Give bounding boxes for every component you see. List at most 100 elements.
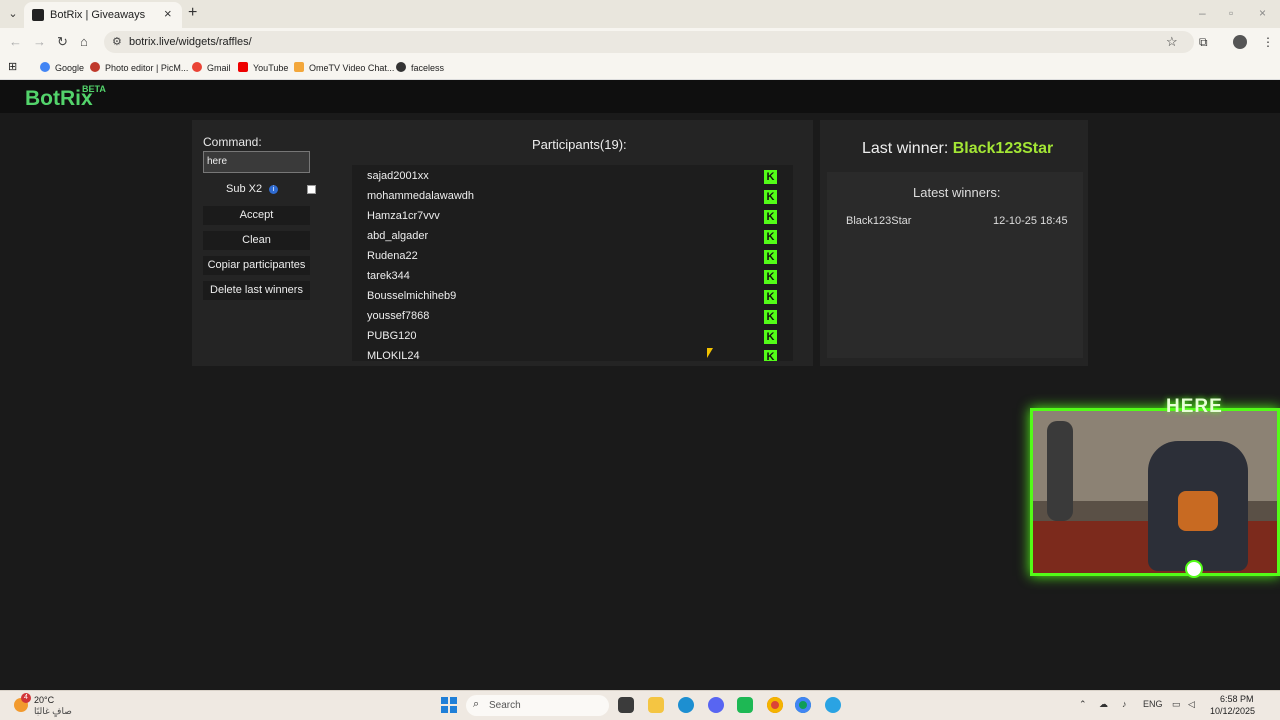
reload-icon[interactable]: ↻ [57,34,68,50]
participant-row: Bousselmichiheb9 K [352,287,777,307]
participant-row: PUBG120 K [352,327,777,347]
kick-icon: K [764,290,777,304]
sub-x2-label: Sub X2 [226,183,263,195]
window-close-icon[interactable]: × [1259,6,1266,20]
clock-date[interactable]: 10/12/2025 [1210,706,1255,716]
info-icon[interactable]: i [269,185,278,194]
microphone-icon[interactable]: ♪ [1122,699,1127,709]
bookmark-star-icon[interactable]: ☆ [1166,34,1178,50]
participant-name: Hamza1cr7vvv [367,210,440,222]
site-info-icon[interactable]: ⚙ [112,35,122,48]
back-icon[interactable]: ← [9,34,22,49]
bookmark-label: OmeTV Video Chat... [309,63,395,73]
home-icon[interactable]: ⌂ [80,34,88,49]
kick-icon: K [764,190,777,204]
winner-name: Black123Star [846,215,912,227]
ometv-icon [294,62,304,72]
bookmark-faceless[interactable]: faceless [396,62,444,73]
url-text: botrix.live/widgets/raffles/ [129,36,252,48]
delete-last-winners-button[interactable]: Delete last winners [203,281,310,300]
bookmark-photo-editor[interactable]: Photo editor | PicM... [90,62,188,73]
url-bar[interactable]: ⚙ botrix.live/widgets/raffles/ ☆ [104,31,1194,53]
participant-row: abd_algader K [352,227,777,247]
volume-icon[interactable]: ◁ [1188,699,1195,710]
latest-winners-title: Latest winners: [913,185,1001,200]
winners-panel: Last winner: Black123Star Latest winners… [820,120,1088,366]
tray-overflow-icon[interactable]: ⌃ [1079,699,1087,710]
maximize-icon[interactable]: ▫ [1229,6,1233,20]
profile-avatar[interactable] [1233,35,1247,49]
copy-participants-button[interactable]: Copiar participantes [203,256,310,275]
command-input[interactable]: here [203,151,310,173]
site-header: BotRix BETA [0,80,1280,113]
extensions-icon[interactable]: ⧉ [1199,35,1208,50]
clean-button[interactable]: Clean [203,231,310,250]
participant-name: abd_algader [367,230,429,242]
minimize-icon[interactable]: – [1199,6,1206,20]
kick-icon: K [764,270,777,284]
apps-grid-icon[interactable]: ⊞ [8,60,17,73]
chrome-profile-icon[interactable] [795,697,811,713]
participant-name: youssef7868 [367,310,430,322]
browser-tab[interactable]: BotRix | Giveaways × [24,2,182,28]
faceless-icon [396,62,406,72]
network-icon[interactable]: ▭ [1172,699,1181,710]
browser-menu-icon[interactable]: ⋮ [1262,35,1274,49]
participant-name: Rudena22 [367,250,418,262]
address-toolbar: ← → ↻ ⌂ ⚙ botrix.live/widgets/raffles/ ☆… [0,28,1280,56]
tab-title: BotRix | Giveaways [50,9,146,21]
windows-start-icon[interactable] [441,697,457,713]
bookmark-google[interactable]: Google [40,62,84,73]
gaming-chair-accent [1178,491,1218,531]
participant-name: tarek344 [367,270,410,282]
winner-date: 12-10-25 18:45 [993,215,1068,227]
kick-app-icon[interactable] [737,697,753,713]
discord-icon[interactable] [708,697,724,713]
weather-temp[interactable]: 20°C [34,695,54,705]
kick-icon: K [764,250,777,264]
participant-row: MLOKIL24 K [352,347,777,361]
kick-icon: K [764,210,777,224]
kick-icon: K [764,170,777,184]
sub-x2-checkbox[interactable] [307,185,316,194]
browser-tabbar: ⌄ BotRix | Giveaways × + – ▫ × [0,0,1280,28]
task-view-icon[interactable] [618,697,634,713]
botrix-page: BotRix BETA Command: here Sub X2 i Accep… [0,80,1280,690]
app-icon[interactable] [825,697,841,713]
tab-close-icon[interactable]: × [164,6,172,21]
google-icon [40,62,50,72]
search-icon: ⌕ [473,698,480,710]
gmail-icon [192,62,202,72]
file-explorer-icon[interactable] [648,697,664,713]
participants-list[interactable]: sajad2001xx K mohammedalawawdh K Hamza1cr7… [352,165,793,361]
forward-icon[interactable]: → [33,34,46,49]
botrix-favicon-icon [32,9,44,21]
search-placeholder: Search [489,700,521,711]
bookmark-ometv[interactable]: OmeTV Video Chat... [294,62,394,73]
taskbar-search[interactable]: ⌕ Search [466,695,609,716]
participants-title: Participants(19): [532,137,627,152]
bookmark-youtube[interactable]: YouTube [238,62,288,73]
participant-row: mohammedalawawdh K [352,187,777,207]
beta-badge: BETA [82,84,106,94]
kick-icon: K [764,310,777,324]
edge-icon[interactable] [678,697,694,713]
tab-search-icon[interactable]: ⌄ [4,5,22,23]
windows-taskbar: 4 20°C صافٍ غالبًا ⌕ Search ⌃ ☁ ♪ ENG ▭ … [0,690,1280,720]
accept-button[interactable]: Accept [203,206,310,225]
onedrive-icon[interactable]: ☁ [1099,699,1108,710]
bookmark-gmail[interactable]: Gmail [192,62,231,73]
chrome-icon[interactable] [767,697,783,713]
kick-icon: K [764,230,777,244]
bookmark-label: faceless [411,63,445,73]
latest-winners-box: Latest winners: Black123Star 12-10-25 18… [827,172,1083,358]
clock-time[interactable]: 6:58 PM [1220,694,1254,704]
participant-name: mohammedalawawdh [367,190,474,202]
participant-name: sajad2001xx [367,170,429,182]
new-tab-icon[interactable]: + [188,4,197,22]
last-winner-name: Black123Star [952,140,1054,157]
language-indicator[interactable]: ENG [1143,699,1163,709]
bookmark-label: Photo editor | PicM... [105,63,189,73]
webcam-avatar-badge [1185,560,1203,578]
command-label: Command: [203,135,262,149]
